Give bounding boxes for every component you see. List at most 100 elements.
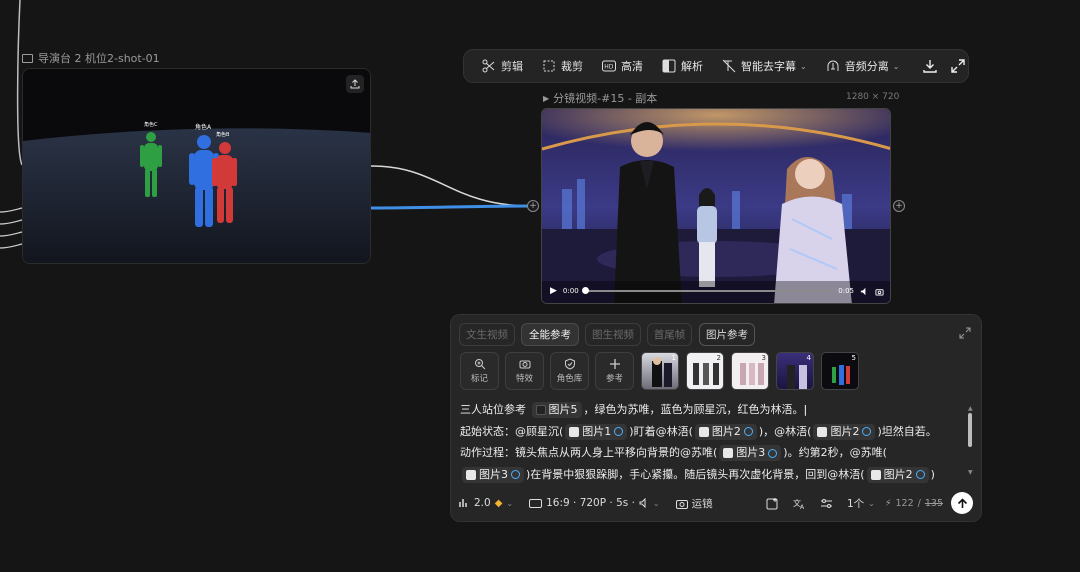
reference-thumb-5[interactable]: 5	[821, 352, 859, 390]
send-button[interactable]	[951, 492, 973, 514]
verified-icon	[743, 427, 753, 436]
source-node-preview[interactable]: 角色C 角色A 角色B	[22, 68, 371, 264]
video-frame	[542, 109, 890, 303]
source-node-title-text: 导演台 2 机位2-shot-01	[38, 52, 160, 65]
snapshot-icon[interactable]	[875, 287, 884, 296]
model-selector[interactable]: 2.0 ◆ ⌄	[459, 497, 513, 509]
export-button[interactable]	[346, 75, 364, 93]
scissors-icon	[482, 59, 495, 73]
image-ref-chip[interactable]: 图片2	[866, 466, 929, 483]
prompt-scrollbar[interactable]: ▲ ▼	[968, 405, 973, 477]
reference-thumb-4[interactable]: 4	[776, 352, 814, 390]
chip-label: 图片1	[582, 424, 612, 438]
volume-icon	[639, 498, 646, 508]
image-ref-thumb	[569, 426, 580, 437]
label-role-c: 角色C	[144, 121, 158, 128]
total-time: 0:05	[838, 287, 854, 295]
prompt-line-3: 动作过程：镜头焦点从两人身上平移向背景的@苏唯(图片3)。约第2秒，@苏唯(	[460, 442, 965, 464]
settings-sliders-icon[interactable]	[820, 497, 833, 510]
image-ref-chip[interactable]: 图片3	[462, 466, 524, 483]
generation-panel: 文生视频 全能参考 图生视频 首尾帧 图片参考 标记 特效 角色库 参考 1 2…	[450, 314, 982, 522]
toolbar-crop-button[interactable]: 裁剪	[532, 53, 592, 79]
arrow-up-icon	[957, 497, 967, 508]
toolbar-analyze-button[interactable]: 解析	[652, 53, 712, 79]
toolbar-audio-split-button[interactable]: 音频分离 ⌄	[816, 53, 909, 79]
image-ref-chip[interactable]: 图片1	[565, 423, 628, 440]
character-library-button[interactable]: 角色库	[550, 352, 589, 390]
chip-label: 图片3	[736, 446, 766, 459]
prompt-input[interactable]: 三人站位参考 图片5 ，绿色为苏唯，蓝色为顾星沉，红色为林浯。| 起始状态：@顾星…	[460, 399, 965, 485]
tab-label: 首尾帧	[653, 329, 686, 341]
prompt-text: 三人站位参考	[460, 403, 526, 416]
prompt-text: )坦然自若。	[877, 424, 937, 438]
toolbar-hd-label: 高清	[621, 60, 643, 73]
credits-display: ⚡ 122 / 135	[885, 498, 943, 509]
image-ref-chip[interactable]: 图片2	[813, 423, 876, 440]
reference-thumb-3[interactable]: 3	[731, 352, 769, 390]
add-image-icon[interactable]	[766, 497, 779, 510]
tab-image-to-video[interactable]: 图生视频	[585, 323, 641, 346]
image-ref-chip[interactable]: 图片2	[694, 423, 757, 440]
mark-label: 标记	[470, 374, 488, 384]
scroll-thumb[interactable]	[968, 413, 972, 447]
chevron-down-icon: ⌄	[506, 498, 514, 508]
seek-handle[interactable]	[581, 287, 589, 294]
fullscreen-button[interactable]	[944, 53, 972, 79]
toolbar-hd-button[interactable]: HD 高清	[592, 53, 652, 79]
shield-icon	[564, 358, 575, 370]
chip-label: 图片5	[548, 403, 578, 416]
toolbar-clip-button[interactable]: 剪辑	[472, 53, 532, 79]
upload-icon	[350, 79, 360, 89]
expand-panel-icon[interactable]	[959, 327, 971, 339]
translate-icon[interactable]: 文A	[793, 497, 806, 510]
thumb-number: 3	[761, 354, 766, 362]
add-reference-button[interactable]: 参考	[595, 352, 634, 390]
bars-icon	[459, 499, 467, 507]
volume-icon[interactable]	[860, 287, 869, 296]
image-ref-chip[interactable]: 图片5	[531, 402, 582, 418]
image-ref-chip[interactable]: 图片3	[719, 445, 782, 461]
camera-motion-button[interactable]: 运镜	[675, 496, 713, 511]
chip-label: 图片2	[830, 424, 860, 438]
input-port[interactable]: +	[527, 200, 539, 212]
verified-icon	[768, 448, 778, 458]
image-ref-thumb	[870, 469, 881, 480]
toolbar-clip-label: 剪辑	[501, 60, 523, 73]
label-role-b: 角色B	[216, 131, 230, 138]
tab-text-to-video[interactable]: 文生视频	[459, 323, 515, 346]
video-node-title-text: 分镜视频-#15 - 副本	[553, 92, 658, 105]
download-button[interactable]	[916, 53, 944, 79]
chevron-down-icon: ⌄	[652, 498, 660, 508]
tab-all-reference[interactable]: 全能参考	[521, 323, 579, 346]
chip-label: 图片2	[883, 467, 913, 481]
prompt-line-4: 图片3)在背景中狠狠跺脚，手心紧攥。随后镜头再次虚化背景，回到@林浯(图片2)	[460, 464, 965, 486]
format-selector[interactable]: 16:9 · 720P · 5s · ⌄	[529, 497, 660, 509]
thumb-number: 2	[716, 354, 721, 362]
tab-first-last-frame[interactable]: 首尾帧	[647, 323, 692, 346]
mark-button[interactable]: 标记	[460, 352, 499, 390]
reference-thumb-2[interactable]: 2	[686, 352, 724, 390]
download-icon	[923, 60, 938, 73]
image-ref-thumb	[466, 469, 476, 480]
play-button[interactable]: ▶	[550, 286, 557, 296]
effects-button[interactable]: 特效	[505, 352, 544, 390]
image-ref-thumb	[817, 426, 828, 437]
video-player[interactable]: ▶ 0:00 0:05	[541, 108, 891, 304]
count-selector[interactable]: 1个 ⌄	[847, 496, 875, 511]
tab-label: 图片参考	[706, 329, 748, 341]
tab-image-reference[interactable]: 图片参考	[699, 323, 755, 346]
verified-icon	[511, 470, 520, 479]
thumb-number: 4	[806, 354, 811, 362]
scroll-up-icon: ▲	[968, 405, 973, 412]
output-port[interactable]: +	[893, 200, 905, 212]
reference-thumb-1[interactable]: 1	[641, 352, 679, 390]
toolbar-remove-subtitle-label: 智能去字幕	[741, 60, 796, 73]
credits-separator: /	[917, 497, 921, 509]
audio-split-icon	[827, 60, 839, 71]
current-time: 0:00	[562, 287, 579, 295]
toolbar-remove-subtitle-button[interactable]: 智能去字幕 ⌄	[712, 53, 816, 79]
prompt-text: )在背景中狠狠跺脚，手心紧攥。随后镜头再次虚化背景，回到@林浯(	[526, 467, 865, 481]
seek-bar[interactable]	[581, 287, 833, 294]
diamond-icon: ◆	[494, 497, 503, 509]
credits-used: 122	[895, 497, 914, 509]
